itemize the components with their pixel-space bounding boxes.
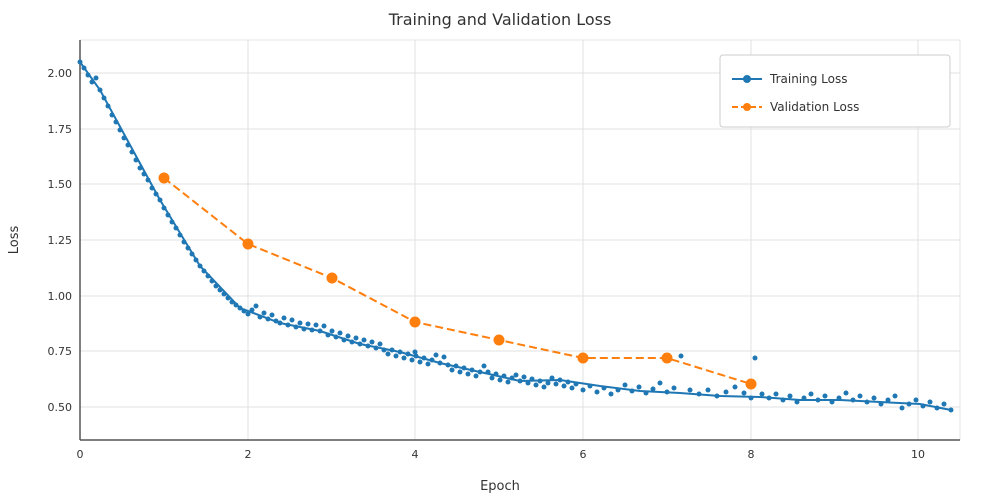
y-tick-1.00: 1.00: [48, 290, 73, 303]
train-point: [928, 400, 933, 405]
train-point: [609, 392, 614, 397]
train-point: [562, 384, 567, 389]
val-point-4: [410, 317, 420, 327]
train-point: [942, 402, 947, 407]
train-point: [688, 388, 693, 393]
train-point: [442, 355, 447, 360]
val-point-8: [746, 379, 756, 389]
train-point: [346, 334, 351, 339]
train-point: [788, 394, 793, 399]
train-point: [330, 329, 335, 334]
train-point: [809, 392, 814, 397]
train-point: [94, 76, 99, 81]
train-point: [394, 354, 399, 359]
train-point: [474, 374, 479, 379]
val-point-2: [243, 239, 253, 249]
train-point: [262, 311, 267, 316]
x-tick-4: 4: [412, 448, 419, 461]
legend-training-dot: [743, 75, 751, 83]
train-point: [823, 394, 828, 399]
train-point: [893, 394, 898, 399]
train-point: [410, 358, 415, 363]
train-point: [490, 376, 495, 381]
legend-training-label: Training Loss: [769, 72, 847, 86]
loss-chart: Training and Validation Loss Epoch Loss …: [0, 0, 1000, 500]
train-point: [658, 381, 663, 386]
chart-container: Training and Validation Loss Epoch Loss …: [0, 0, 1000, 500]
train-point: [370, 340, 375, 345]
y-tick-0.50: 0.50: [48, 401, 73, 414]
train-point: [742, 391, 747, 396]
train-point: [362, 338, 367, 343]
train-point: [542, 385, 547, 390]
train-point: [595, 390, 600, 395]
x-tick-10: 10: [911, 448, 925, 461]
val-point-6: [578, 353, 588, 363]
val-point-1: [159, 173, 169, 183]
train-point: [724, 390, 729, 395]
train-point: [581, 388, 586, 393]
train-point: [706, 388, 711, 393]
x-tick-6: 6: [580, 448, 587, 461]
x-tick-0: 0: [77, 448, 84, 461]
y-tick-2.00: 2.00: [48, 67, 73, 80]
train-point: [522, 375, 527, 380]
train-point: [338, 331, 343, 336]
val-point-5: [494, 335, 504, 345]
train-point: [872, 396, 877, 401]
train-point: [402, 356, 407, 361]
train-point: [298, 321, 303, 326]
chart-title: Training and Validation Loss: [388, 10, 612, 29]
train-point: [270, 313, 275, 318]
legend-validation-label: Validation Loss: [770, 100, 859, 114]
train-point: [426, 362, 431, 367]
train-point: [466, 372, 471, 377]
y-tick-1.25: 1.25: [48, 234, 73, 247]
train-point: [760, 392, 765, 397]
train-point: [498, 378, 503, 383]
train-point: [282, 316, 287, 321]
train-point: [753, 356, 758, 361]
train-point: [482, 364, 487, 369]
y-axis-label: Loss: [7, 226, 22, 255]
val-point-7: [662, 353, 672, 363]
train-point: [637, 385, 642, 390]
y-tick-0.75: 0.75: [48, 345, 73, 358]
train-point: [623, 383, 628, 388]
x-tick-8: 8: [748, 448, 755, 461]
train-point: [554, 382, 559, 387]
train-point: [290, 318, 295, 323]
train-point: [322, 324, 327, 329]
train-point: [774, 392, 779, 397]
legend-box: [720, 55, 950, 127]
train-point: [306, 322, 311, 327]
train-point: [914, 398, 919, 403]
train-point: [679, 354, 684, 359]
train-point: [844, 391, 849, 396]
train-point: [314, 323, 319, 328]
train-point: [434, 353, 439, 358]
y-tick-1.75: 1.75: [48, 123, 73, 136]
train-point: [254, 304, 259, 309]
train-point: [354, 336, 359, 341]
train-point: [570, 386, 575, 391]
train-point: [733, 385, 738, 390]
train-point: [858, 394, 863, 399]
train-point: [900, 406, 905, 411]
x-axis-label: Epoch: [480, 479, 520, 494]
train-point: [458, 370, 463, 375]
train-point: [450, 368, 455, 373]
val-point-3: [327, 273, 337, 283]
x-tick-2: 2: [245, 448, 252, 461]
train-point: [514, 373, 519, 378]
y-tick-1.50: 1.50: [48, 178, 73, 191]
train-point: [386, 352, 391, 357]
train-point: [378, 342, 383, 347]
legend-validation-dot: [743, 103, 751, 111]
train-point: [534, 383, 539, 388]
train-point: [672, 386, 677, 391]
train-point: [506, 380, 511, 385]
train-point: [418, 360, 423, 365]
